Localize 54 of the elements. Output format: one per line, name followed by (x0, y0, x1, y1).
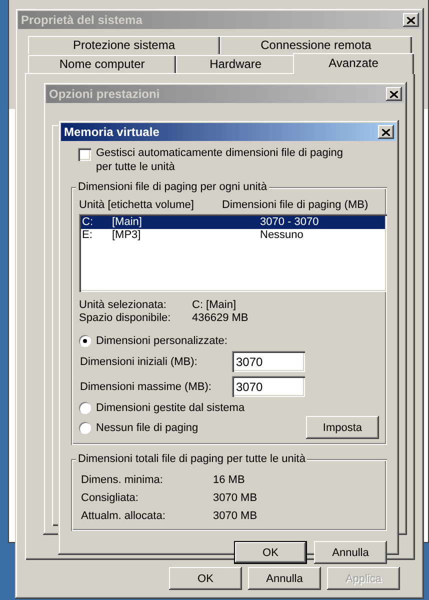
drive-cell-text: 3070 - 3070 (260, 216, 320, 229)
group-title: Dimensioni file di paging per ogni unità (76, 181, 269, 193)
dialog-button[interactable]: OK (169, 567, 242, 590)
close-button[interactable] (378, 125, 394, 139)
close-button[interactable] (403, 13, 419, 27)
info-value: 436629 MB (192, 312, 250, 325)
radio-button[interactable] (79, 422, 91, 434)
tab[interactable]: Nome computer (28, 55, 176, 73)
window-title: Proprietà del sistema (21, 13, 144, 27)
tab[interactable]: Connessione remota (220, 36, 412, 54)
set-button[interactable]: Imposta (306, 416, 379, 439)
radio-label: Nessun file di paging (96, 422, 198, 434)
input-field[interactable]: 3070 (232, 376, 305, 397)
drive-row[interactable]: E: [MP3] Nessuno (81, 229, 385, 242)
close-button[interactable] (386, 87, 402, 101)
drive-cell-text: [Main] (112, 216, 143, 229)
info-label: Unità selezionata: (79, 299, 168, 312)
checkbox-label: Gestisci automaticamente dimensioni file di paging per tutte le unità (96, 146, 344, 174)
drive-cell-text: [MP3] (112, 229, 142, 242)
window-title: Memoria virtuale (64, 125, 160, 139)
info-label: Attualm. allocata: (81, 510, 166, 522)
field-label: Dimensioni massime (MB): (80, 380, 212, 392)
drive-row[interactable]: C: [Main] 3070 - 3070 (81, 216, 385, 229)
column-header: Dimensioni file di paging (MB) (222, 199, 368, 211)
radio-label: Dimensioni personalizzate: (96, 334, 228, 346)
radio-label: Dimensioni gestite dal sistema (96, 402, 245, 414)
input-field[interactable]: 3070 (232, 351, 305, 372)
info-label: Dimens. minima: (81, 474, 164, 486)
tab[interactable]: Hardware (176, 55, 296, 73)
info-value: 16 MB (213, 474, 246, 486)
close-icon (382, 128, 390, 136)
close-icon (390, 90, 398, 98)
drive-list[interactable]: C: [Main] 3070 - 3070 E: [MP3] Nessuno (79, 214, 387, 292)
checkbox[interactable] (78, 148, 91, 161)
close-icon (407, 16, 415, 24)
info-label: Spazio disponibile: (79, 312, 172, 325)
radio-button[interactable] (79, 334, 91, 346)
info-label: Consigliata: (81, 492, 140, 504)
info-value: 3070 MB (213, 510, 258, 522)
drive-cell-text: Nessuno (260, 229, 304, 242)
window-title: Opzioni prestazioni (49, 87, 161, 101)
column-header: Unità [etichetta volume] (79, 199, 195, 211)
radio-button[interactable] (79, 402, 91, 414)
group-title: Dimensioni totali file di paging per tutte le unità (76, 453, 308, 465)
field-label: Dimensioni iniziali (MB): (80, 356, 198, 368)
drive-cell-text: C: (82, 216, 94, 229)
drive-cell-text: E: (82, 229, 94, 242)
dialog-button[interactable]: OK (234, 541, 307, 564)
dialog-button[interactable]: Annulla (314, 541, 387, 564)
dialog-button[interactable]: Annulla (248, 567, 321, 590)
info-value: 3070 MB (213, 492, 258, 504)
tab[interactable]: Avanzate (293, 53, 414, 74)
info-value: C: [Main] (192, 299, 238, 312)
tab[interactable]: Protezione sistema (28, 36, 220, 54)
